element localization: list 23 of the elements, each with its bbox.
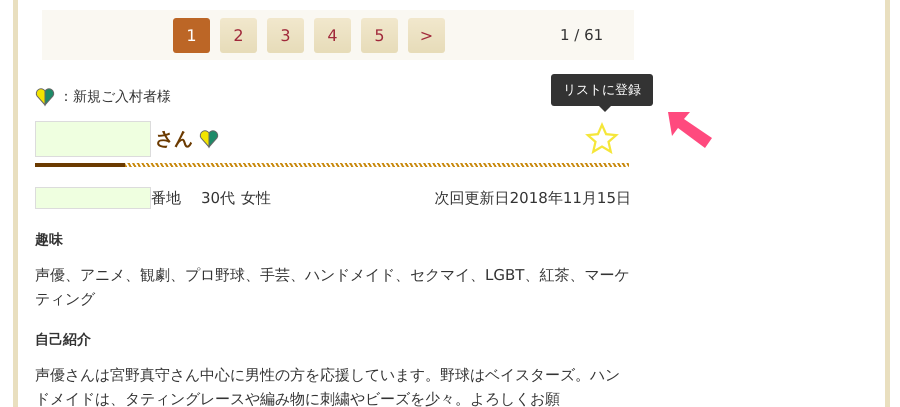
next-page-button[interactable]: > bbox=[408, 18, 445, 52]
page-button[interactable]: 4 bbox=[314, 18, 351, 52]
name-suffix: さん bbox=[155, 127, 193, 152]
page-button[interactable]: 5 bbox=[361, 18, 398, 52]
heart-icon bbox=[35, 87, 55, 107]
tooltip-pointer bbox=[599, 106, 611, 112]
section-text: 声優さんは宮野真守さん中心に男性の方を応援しています。野球はベイスターズ。ハンドメイドは、タティングレースや編み物に刺繍やビーズを少々。よろしくお願 bbox=[35, 365, 621, 407]
page-counter: 1 / 61 bbox=[560, 26, 604, 44]
section-heading: 趣味 bbox=[35, 231, 64, 249]
page-button[interactable]: 2 bbox=[220, 18, 257, 52]
page-button[interactable]: 1 bbox=[173, 18, 210, 52]
heart-icon bbox=[199, 129, 219, 149]
next-update-date: 次回更新日2018年11月15日 bbox=[434, 188, 631, 208]
legend-text: ：新規ご入村者様 bbox=[59, 88, 171, 106]
arrow-icon bbox=[666, 110, 714, 150]
section-text: 声優、アニメ、観劇、プロ野球、手芸、ハンドメイド、セクマイ、LGBT、紅茶、マーケティング bbox=[35, 265, 630, 310]
favorite-button[interactable] bbox=[585, 122, 619, 156]
address-suffix: 番地 bbox=[151, 188, 181, 208]
age-text: 30代 bbox=[201, 188, 236, 208]
gender-text: 女性 bbox=[241, 188, 272, 208]
section-heading: 自己紹介 bbox=[35, 331, 92, 349]
tooltip: リストに登録 bbox=[551, 74, 653, 106]
page-button[interactable]: 3 bbox=[267, 18, 304, 52]
